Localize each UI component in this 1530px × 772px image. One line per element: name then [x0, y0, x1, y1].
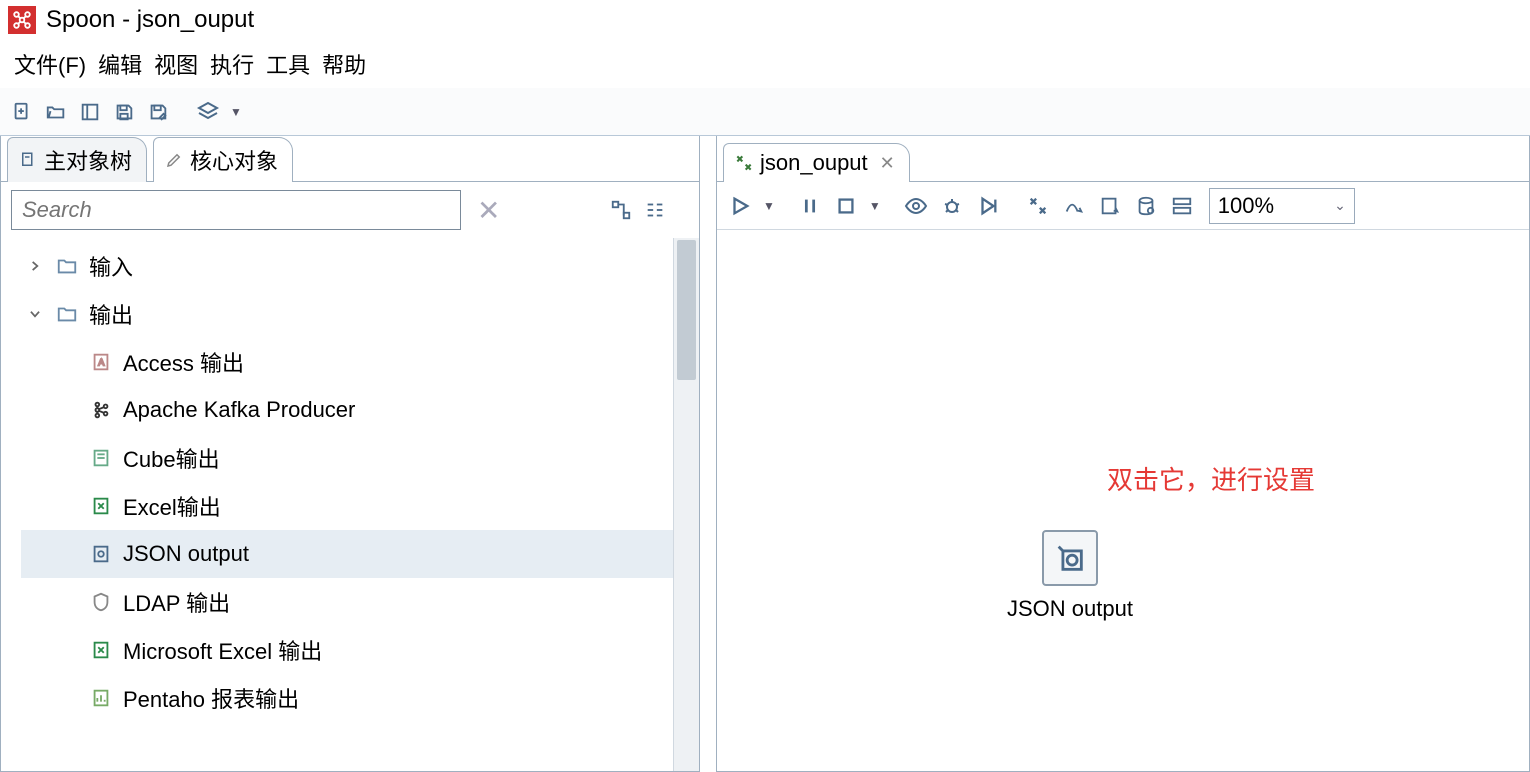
- tree-label: 输出: [89, 298, 133, 330]
- json-output-icon: [89, 542, 113, 566]
- tree-label: 输入: [89, 250, 133, 282]
- menu-view[interactable]: 视图: [150, 46, 202, 82]
- tree-label: Apache Kafka Producer: [123, 397, 355, 423]
- tree-label: Access 输出: [123, 346, 244, 378]
- tab-main-label: 主对象树: [44, 144, 132, 176]
- tree-label: Cube输出: [123, 442, 220, 474]
- left-tabs: 主对象树 核心对象: [1, 136, 699, 182]
- left-panel: 主对象树 核心对象 ✕ 输入: [0, 136, 700, 772]
- preview-icon[interactable]: [901, 191, 931, 221]
- pause-icon[interactable]: [795, 191, 825, 221]
- tree-item-pentaho[interactable]: Pentaho 报表输出: [21, 674, 673, 722]
- tree-item-excel[interactable]: Excel输出: [21, 482, 673, 530]
- tree-label: JSON output: [123, 541, 249, 567]
- zoom-select[interactable]: 100% ⌄: [1209, 188, 1355, 224]
- layers-icon[interactable]: [194, 98, 222, 126]
- json-output-step-icon: [1042, 530, 1098, 586]
- splitter[interactable]: [700, 136, 716, 772]
- menu-edit[interactable]: 编辑: [94, 46, 146, 82]
- debug-icon[interactable]: [937, 191, 967, 221]
- chevron-right-icon[interactable]: [25, 256, 45, 276]
- chevron-down-icon: ⌄: [1334, 197, 1346, 214]
- annotation-text: 双击它，进行设置: [1107, 460, 1315, 497]
- vertical-scrollbar[interactable]: [673, 238, 699, 771]
- scrollbar-thumb[interactable]: [677, 240, 696, 380]
- canvas[interactable]: 双击它，进行设置 JSON output: [717, 230, 1529, 771]
- document-icon: [18, 150, 38, 170]
- canvas-node-json-output[interactable]: JSON output: [1007, 530, 1133, 622]
- window-title: Spoon - json_ouput: [46, 6, 254, 34]
- ldap-output-icon: [89, 590, 113, 614]
- tab-core-label: 核心对象: [190, 144, 278, 176]
- replay-icon[interactable]: [973, 191, 1003, 221]
- save-as-icon[interactable]: [144, 98, 172, 126]
- run-dropdown-icon[interactable]: ▼: [763, 199, 775, 213]
- close-tab-icon[interactable]: ✕: [880, 153, 895, 174]
- tree-label: Excel输出: [123, 490, 221, 522]
- search-row: ✕: [1, 182, 699, 238]
- open-folder-icon[interactable]: [42, 98, 70, 126]
- menu-run[interactable]: 执行: [206, 46, 258, 82]
- main-toolbar: ▼: [0, 88, 1530, 136]
- pentaho-report-icon: [89, 686, 113, 710]
- tree-item-msexcel[interactable]: Microsoft Excel 输出: [21, 626, 673, 674]
- tree-item-access[interactable]: A Access 输出: [21, 338, 673, 386]
- menu-help[interactable]: 帮助: [318, 46, 370, 82]
- show-results-icon[interactable]: [1167, 191, 1197, 221]
- kafka-icon: [89, 398, 113, 422]
- impact-icon[interactable]: [1059, 191, 1089, 221]
- verify-icon[interactable]: [1023, 191, 1053, 221]
- right-tabs: json_ouput ✕: [717, 136, 1529, 182]
- app-icon: [8, 6, 36, 34]
- tree-item-json[interactable]: JSON output: [21, 530, 673, 578]
- tab-transformation[interactable]: json_ouput ✕: [723, 143, 910, 182]
- msexcel-output-icon: [89, 638, 113, 662]
- tab-label: json_ouput: [760, 150, 868, 176]
- search-input[interactable]: [11, 190, 461, 230]
- tab-core-objects[interactable]: 核心对象: [153, 137, 293, 182]
- titlebar: Spoon - json_ouput: [0, 0, 1530, 40]
- tree-node-input[interactable]: 输入: [21, 242, 673, 290]
- stop-dropdown-icon[interactable]: ▼: [869, 199, 881, 213]
- tree-node-output[interactable]: 输出: [21, 290, 673, 338]
- run-icon[interactable]: [725, 191, 755, 221]
- right-panel: json_ouput ✕ ▼ ▼ 100% ⌄: [716, 136, 1530, 772]
- canvas-toolbar: ▼ ▼ 100% ⌄: [717, 182, 1529, 230]
- zoom-value: 100%: [1218, 193, 1274, 219]
- new-file-icon[interactable]: [8, 98, 36, 126]
- tree-label: Pentaho 报表输出: [123, 682, 299, 714]
- menubar: 文件(F) 编辑 视图 执行 工具 帮助: [0, 40, 1530, 88]
- object-tree: 输入 输出 A Access 输出 Apache Kafka Producer: [1, 238, 673, 771]
- menu-tools[interactable]: 工具: [262, 46, 314, 82]
- access-output-icon: A: [89, 350, 113, 374]
- chevron-down-icon[interactable]: [25, 304, 45, 324]
- collapse-tree-icon[interactable]: [641, 196, 669, 224]
- folder-icon: [55, 254, 79, 278]
- tree-item-kafka[interactable]: Apache Kafka Producer: [21, 386, 673, 434]
- save-icon[interactable]: [110, 98, 138, 126]
- transformation-icon: [734, 153, 754, 173]
- expand-tree-icon[interactable]: [607, 196, 635, 224]
- explore-icon[interactable]: [76, 98, 104, 126]
- canvas-node-label: JSON output: [1007, 596, 1133, 622]
- clear-search-icon[interactable]: ✕: [471, 194, 506, 227]
- tree-label: Microsoft Excel 输出: [123, 634, 322, 666]
- dropdown-arrow-icon[interactable]: ▼: [230, 105, 242, 119]
- tree-item-cube[interactable]: Cube输出: [21, 434, 673, 482]
- stop-icon[interactable]: [831, 191, 861, 221]
- pencil-icon: [164, 150, 184, 170]
- explore-db-icon[interactable]: [1131, 191, 1161, 221]
- cube-output-icon: [89, 446, 113, 470]
- folder-icon: [55, 302, 79, 326]
- svg-text:A: A: [98, 358, 105, 368]
- excel-output-icon: [89, 494, 113, 518]
- tree-label: LDAP 输出: [123, 586, 230, 618]
- menu-file[interactable]: 文件(F): [10, 46, 90, 82]
- tab-main-objects[interactable]: 主对象树: [7, 137, 147, 182]
- sql-icon[interactable]: [1095, 191, 1125, 221]
- tree-item-ldap[interactable]: LDAP 输出: [21, 578, 673, 626]
